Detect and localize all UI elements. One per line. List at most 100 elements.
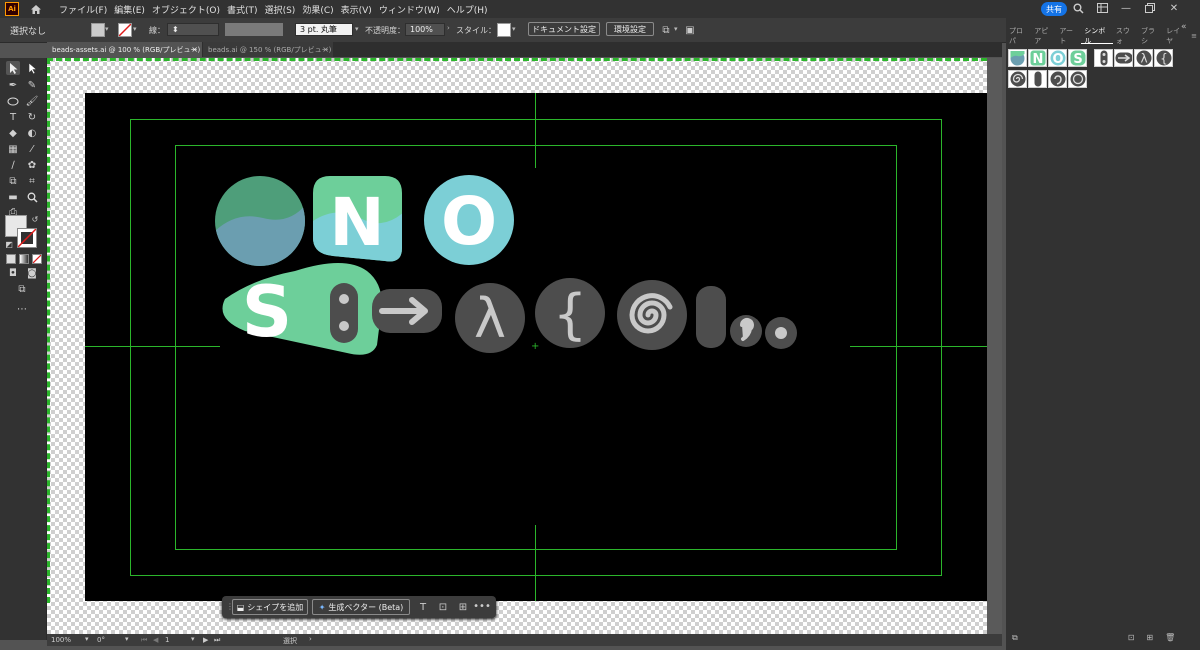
opacity-field[interactable]: 100% xyxy=(405,23,445,36)
symbol-letter-o[interactable]: O xyxy=(1048,49,1067,67)
symbol-dot[interactable] xyxy=(1068,70,1087,88)
tab-artboards[interactable]: アート xyxy=(1056,27,1081,45)
tab-swatches[interactable]: スウォ xyxy=(1113,27,1138,45)
close-icon[interactable]: × xyxy=(322,45,329,54)
symbol-pill[interactable] xyxy=(1028,70,1047,88)
symbol-spiral[interactable] xyxy=(1008,70,1027,88)
eyedropper-tool-icon[interactable]: ⁄ xyxy=(25,142,39,156)
ellipse-tool-icon[interactable] xyxy=(6,94,20,108)
crop-tool-icon[interactable]: ⌗ xyxy=(25,174,39,188)
artboard-icon[interactable]: ⊞ xyxy=(457,601,469,613)
rotate-tool-icon[interactable]: ↻ xyxy=(25,110,39,124)
bead-pill[interactable] xyxy=(696,286,726,348)
more-options-icon[interactable]: ••• xyxy=(473,600,491,612)
none-mode-icon[interactable] xyxy=(32,254,42,264)
artboard-tool-icon[interactable]: ▬ xyxy=(6,190,20,204)
opacity-arrow-icon[interactable]: › xyxy=(447,24,450,32)
panel-menu-icon[interactable]: ▣ xyxy=(684,24,696,36)
zoom-tool-icon[interactable] xyxy=(25,190,39,204)
menu-help[interactable]: ヘルプ(H) xyxy=(447,3,488,16)
document-settings-button[interactable]: ドキュメント設定 xyxy=(528,22,600,36)
status-arrow-icon[interactable]: › xyxy=(309,635,312,643)
menu-select[interactable]: 選択(S) xyxy=(265,3,296,16)
artboard-dropdown-icon[interactable]: ▾ xyxy=(191,635,195,643)
menu-edit[interactable]: 編集(E) xyxy=(114,3,145,16)
panel-menu-icon[interactable]: ≡ xyxy=(1188,28,1200,44)
generative-vector-button[interactable]: ✦ 生成ベクター (Beta) xyxy=(312,599,410,615)
minimize-icon[interactable]: — xyxy=(1120,2,1132,14)
delete-symbol-icon[interactable]: 🗑 xyxy=(1165,633,1175,647)
place-image-icon[interactable]: ⊡ xyxy=(437,601,449,613)
stepper-icon[interactable]: ⬍ xyxy=(172,25,179,34)
symbol-circle-gradient[interactable] xyxy=(1008,49,1027,67)
next-artboard-icon[interactable]: ▶ xyxy=(203,636,208,644)
default-colors-icon[interactable]: ◩ xyxy=(2,237,16,251)
collapse-panel-icon[interactable]: « xyxy=(1181,22,1187,32)
arrange-icon[interactable]: ⧉ xyxy=(660,24,672,36)
stroke-dropdown-icon[interactable]: ▾ xyxy=(133,25,137,33)
symbol-letter-n[interactable]: N xyxy=(1028,49,1047,67)
warp-tool-icon[interactable]: ◐ xyxy=(25,126,39,140)
zoom-level[interactable]: 100% xyxy=(51,636,71,644)
new-symbol-icon[interactable]: ⊞ xyxy=(1146,633,1153,647)
eraser-tool-icon[interactable]: ◆ xyxy=(6,126,20,140)
menu-view[interactable]: 表示(V) xyxy=(341,3,372,16)
paintbrush-tool-icon[interactable]: 🖌 xyxy=(25,94,39,108)
screen-mode-icon[interactable]: ⧉ xyxy=(15,282,29,296)
preferences-button[interactable]: 環境設定 xyxy=(606,22,654,36)
tab-symbols[interactable]: シンボル xyxy=(1081,27,1113,45)
rotation-value[interactable]: 0° xyxy=(97,636,105,644)
arrange-dropdown-icon[interactable]: ▾ xyxy=(674,25,678,33)
workspace-icon[interactable] xyxy=(1096,2,1108,14)
close-window-icon[interactable]: ✕ xyxy=(1168,2,1180,14)
bead-letter-s[interactable] xyxy=(210,253,390,363)
gradient-tool-icon[interactable]: ▦ xyxy=(6,142,20,156)
symbol-libraries-icon[interactable]: ⧉ xyxy=(1012,633,1018,647)
last-artboard-icon[interactable]: ⏭ xyxy=(214,636,220,645)
draw-mode-icon[interactable]: ◘ xyxy=(6,266,20,280)
menu-object[interactable]: オブジェクト(O) xyxy=(152,3,220,16)
symbol-letter-s[interactable]: S xyxy=(1068,49,1087,67)
gradient-mode-icon[interactable] xyxy=(19,254,29,264)
fill-swatch[interactable] xyxy=(91,23,105,37)
home-icon[interactable] xyxy=(29,2,43,16)
place-symbol-icon[interactable]: ⊡ xyxy=(1128,633,1135,647)
stroke-color-swatch[interactable] xyxy=(17,228,37,248)
brush-definition-field[interactable]: 3 pt. 丸筆 xyxy=(295,23,353,36)
share-button[interactable]: 共有 xyxy=(1041,2,1067,16)
shape-builder-tool-icon[interactable]: ⧉ xyxy=(6,174,20,188)
tab-beads[interactable]: beads.ai @ 150 % (RGB/プレビュー) × xyxy=(203,42,333,57)
color-mode-icon[interactable] xyxy=(6,254,16,264)
stroke-weight-field[interactable]: ⬍ xyxy=(167,23,219,36)
symbol-comma[interactable] xyxy=(1048,70,1067,88)
blend-tool-icon[interactable]: ∕ xyxy=(6,158,20,172)
bead-circle-gradient[interactable] xyxy=(213,173,313,273)
symbol-sprayer-tool-icon[interactable]: ✿ xyxy=(25,158,39,172)
variable-width-profile[interactable] xyxy=(225,23,283,36)
pencil-tool-icon[interactable]: ✎ xyxy=(25,78,39,92)
artboard-number[interactable]: 1 xyxy=(165,636,169,644)
swap-colors-icon[interactable]: ↺ xyxy=(28,212,42,226)
bead-colon[interactable] xyxy=(330,283,358,343)
close-icon[interactable]: × xyxy=(191,45,198,54)
direct-selection-tool-icon[interactable] xyxy=(25,61,39,75)
symbol-arrow[interactable] xyxy=(1114,49,1133,67)
restore-icon[interactable] xyxy=(1144,2,1156,14)
draw-inside-icon[interactable]: ◙ xyxy=(25,266,39,280)
fill-dropdown-icon[interactable]: ▾ xyxy=(105,25,109,33)
tab-appearance[interactable]: アピア xyxy=(1031,27,1056,45)
menu-window[interactable]: ウィンドウ(W) xyxy=(379,3,440,16)
symbol-lambda[interactable]: λ xyxy=(1134,49,1153,67)
edit-toolbar-icon[interactable]: ⋯ xyxy=(15,302,29,316)
type-tool-icon[interactable]: T xyxy=(6,110,20,124)
selection-tool-icon[interactable] xyxy=(6,61,20,75)
symbol-colon[interactable] xyxy=(1094,49,1113,67)
stroke-swatch[interactable] xyxy=(118,23,132,37)
menu-effect[interactable]: 効果(C) xyxy=(302,3,333,16)
style-dropdown-icon[interactable]: ▾ xyxy=(512,25,516,33)
add-shape-button[interactable]: ⬓ シェイプを追加 xyxy=(232,599,308,615)
zoom-dropdown-icon[interactable]: ▾ xyxy=(85,635,89,643)
prev-artboard-icon[interactable]: ◀ xyxy=(153,636,158,644)
pen-tool-icon[interactable]: ✒ xyxy=(6,78,20,92)
tab-properties[interactable]: プロパ xyxy=(1006,27,1031,45)
